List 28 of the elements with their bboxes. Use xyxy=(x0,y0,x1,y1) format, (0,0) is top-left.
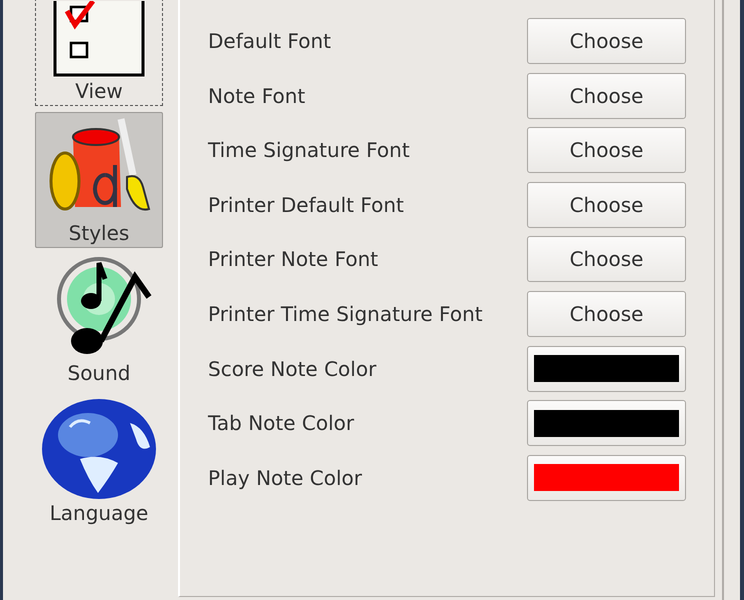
setting-label: Time Signature Font xyxy=(208,138,410,162)
choose-button[interactable]: Choose xyxy=(527,18,686,64)
sidebar-item[interactable]: Sound xyxy=(35,254,163,388)
sidebar-label: Language xyxy=(50,501,148,525)
globe-icon xyxy=(40,397,158,501)
setting-label: Printer Default Font xyxy=(208,192,404,217)
choose-button[interactable]: Choose xyxy=(527,72,686,119)
color-button[interactable] xyxy=(527,454,686,501)
setting-label: Printer Note Font xyxy=(208,247,378,272)
choose-button[interactable]: Choose xyxy=(527,236,686,282)
setting-label: Tab Note Color xyxy=(208,411,354,436)
sidebar-item[interactable]: Styles xyxy=(35,112,163,248)
sidebar-label: Sound xyxy=(68,361,130,385)
sidebar-label: View xyxy=(75,79,123,103)
color-button[interactable] xyxy=(527,400,686,446)
setting-label: Play Note Color xyxy=(208,466,362,490)
setting-label: Score Note Color xyxy=(208,356,376,381)
color-button[interactable] xyxy=(527,346,686,392)
setting-label: Printer Time Signature Font xyxy=(208,302,483,326)
choose-button[interactable]: Choose xyxy=(527,127,686,174)
choose-button[interactable]: Choose xyxy=(527,290,686,337)
checklist-icon xyxy=(53,1,145,77)
setting-label: Note Font xyxy=(208,84,306,108)
sidebar-label: Styles xyxy=(68,221,130,245)
choose-button[interactable]: Choose xyxy=(527,182,686,228)
sidebar-item[interactable]: View xyxy=(35,0,163,106)
setting-label: Default Font xyxy=(208,29,331,53)
sidebar-item[interactable]: Language xyxy=(35,394,163,528)
